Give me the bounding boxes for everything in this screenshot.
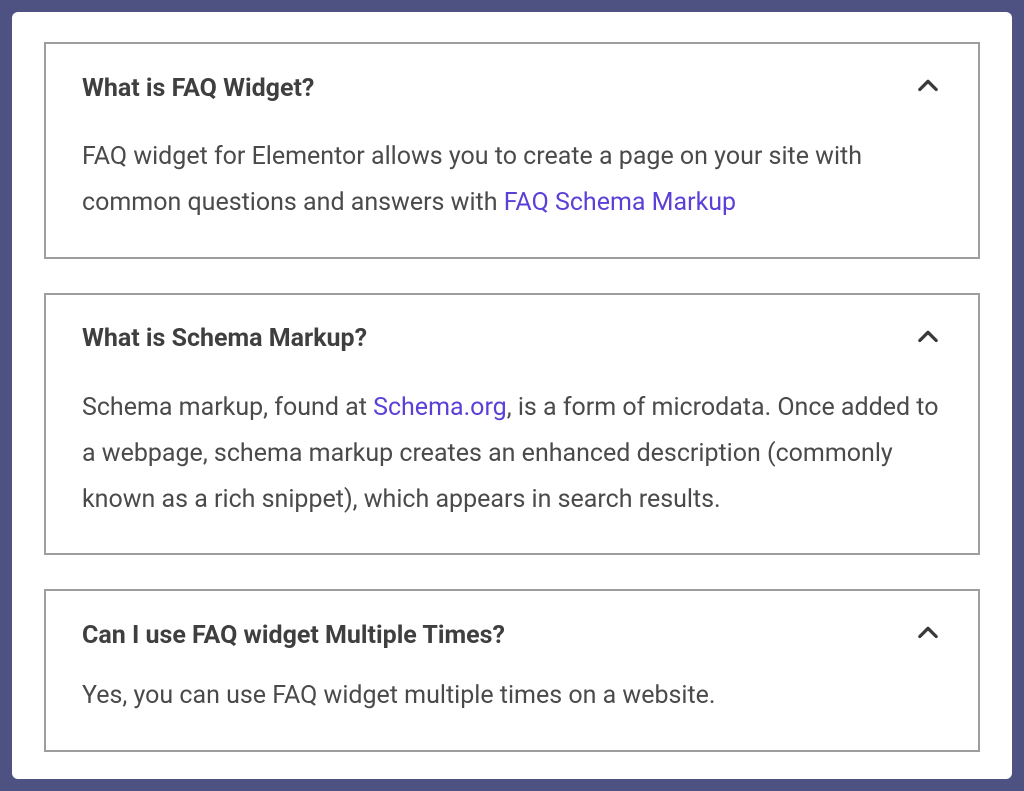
faq-question: What is FAQ Widget? (82, 74, 314, 103)
faq-toggle[interactable]: Can I use FAQ widget Multiple Times? (82, 619, 942, 651)
faq-answer: Schema markup, found at Schema.org, is a… (82, 385, 942, 524)
faq-answer-link[interactable]: Schema.org (373, 393, 507, 422)
faq-toggle[interactable]: What is FAQ Widget? (82, 72, 942, 104)
faq-answer-text: Yes, you can use FAQ widget multiple tim… (82, 681, 716, 710)
faq-item: What is Schema Markup? Schema markup, fo… (44, 293, 980, 556)
faq-answer-link[interactable]: FAQ Schema Markup (504, 188, 736, 217)
faq-item: Can I use FAQ widget Multiple Times? Yes… (44, 589, 980, 751)
faq-item: What is FAQ Widget? FAQ widget for Eleme… (44, 42, 980, 259)
faq-answer: FAQ widget for Elementor allows you to c… (82, 134, 942, 227)
faq-question: What is Schema Markup? (82, 324, 367, 353)
faq-answer: Yes, you can use FAQ widget multiple tim… (82, 673, 942, 719)
faq-question: Can I use FAQ widget Multiple Times? (82, 621, 505, 650)
chevron-up-icon (914, 323, 942, 355)
chevron-up-icon (914, 72, 942, 104)
faq-answer-text: FAQ widget for Elementor allows you to c… (82, 142, 862, 217)
chevron-up-icon (914, 619, 942, 651)
faq-toggle[interactable]: What is Schema Markup? (82, 323, 942, 355)
faq-answer-text: Schema markup, found at (82, 393, 373, 422)
faq-container: What is FAQ Widget? FAQ widget for Eleme… (12, 12, 1012, 779)
